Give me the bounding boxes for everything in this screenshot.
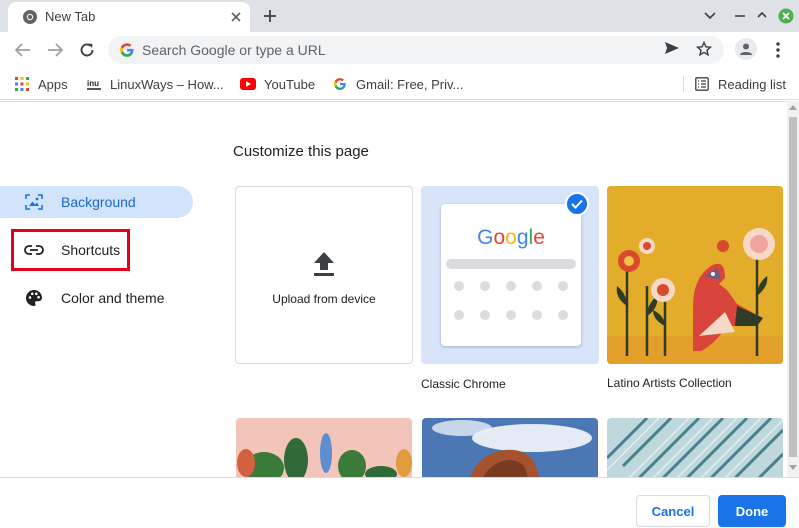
classic-chrome-caption: Classic Chrome xyxy=(421,377,506,391)
youtube-icon xyxy=(240,76,256,92)
bookmark-youtube[interactable]: YouTube xyxy=(240,74,315,94)
palette-icon xyxy=(24,289,44,307)
scroll-down-arrow[interactable] xyxy=(789,465,797,470)
upload-from-device-tile[interactable]: Upload from device xyxy=(235,186,413,364)
preview-shortcut-dot xyxy=(532,281,542,291)
svg-text:inu: inu xyxy=(87,79,99,88)
latino-artists-caption: Latino Artists Collection xyxy=(607,376,732,390)
background-tile-architecture[interactable] xyxy=(607,418,783,478)
back-arrow-icon[interactable] xyxy=(12,40,34,60)
tab-new-tab[interactable]: New Tab xyxy=(8,2,250,32)
minimize-button[interactable] xyxy=(730,6,750,26)
window-close-button[interactable] xyxy=(776,6,796,26)
new-tab-button[interactable] xyxy=(260,6,280,26)
reading-list-button[interactable]: Reading list xyxy=(694,74,786,94)
latino-artists-collection-tile[interactable] xyxy=(607,186,783,364)
cancel-button[interactable]: Cancel xyxy=(636,495,710,527)
sidebar-item-label: Background xyxy=(61,194,136,210)
preview-shortcut-dot xyxy=(506,281,516,291)
background-tile-leaves[interactable] xyxy=(236,418,412,478)
highlight-annotation-box xyxy=(11,229,130,271)
close-icon[interactable] xyxy=(227,8,245,26)
maximize-button[interactable] xyxy=(752,6,772,26)
landscape-photo-image xyxy=(422,418,598,478)
reading-list-icon xyxy=(694,76,710,92)
chevron-down-icon[interactable] xyxy=(700,6,720,26)
preview-shortcut-dot xyxy=(480,310,490,320)
done-button[interactable]: Done xyxy=(718,495,786,527)
bookmark-gmail[interactable]: Gmail: Free, Priv... xyxy=(332,74,463,94)
upload-icon xyxy=(313,251,335,277)
scroll-up-arrow[interactable] xyxy=(789,105,797,110)
search-input[interactable] xyxy=(142,39,642,61)
upload-label: Upload from device xyxy=(272,292,376,306)
classic-chrome-preview: Google xyxy=(441,204,581,346)
apps-grid-icon xyxy=(14,76,30,92)
preview-shortcut-dot xyxy=(454,310,464,320)
sidebar-item-color-and-theme[interactable]: Color and theme xyxy=(0,282,193,314)
reload-icon[interactable] xyxy=(76,40,98,60)
classic-chrome-tile[interactable]: Google xyxy=(421,186,599,364)
image-icon xyxy=(24,193,44,211)
sidebar-item-label: Color and theme xyxy=(61,290,165,306)
google-icon xyxy=(332,76,348,92)
bookmark-linuxways[interactable]: inu LinuxWays – How... xyxy=(86,74,224,94)
scrollbar[interactable] xyxy=(787,101,799,477)
profile-avatar-icon[interactable] xyxy=(735,38,757,60)
google-icon xyxy=(119,42,135,58)
leaves-artwork-image xyxy=(236,418,412,478)
sidebar-item-background[interactable]: Background xyxy=(0,186,193,218)
architecture-photo-image xyxy=(607,418,783,478)
star-icon[interactable] xyxy=(695,40,716,59)
forward-arrow-icon[interactable] xyxy=(44,40,66,60)
background-tile-landscape[interactable] xyxy=(422,418,598,478)
scroll-thumb[interactable] xyxy=(789,117,797,457)
preview-shortcut-dot xyxy=(532,310,542,320)
omnibox[interactable] xyxy=(108,36,724,64)
send-icon[interactable] xyxy=(664,41,684,59)
bookmark-separator xyxy=(683,76,684,92)
google-logo: Google xyxy=(477,226,545,249)
preview-shortcut-dot xyxy=(454,281,464,291)
bookmark-label: Apps xyxy=(38,76,68,92)
dialog-title: Customize this page xyxy=(233,143,369,160)
checkmark-icon xyxy=(565,192,589,216)
preview-shortcut-dot xyxy=(506,310,516,320)
preview-shortcut-dot xyxy=(558,281,568,291)
bookmark-label: Gmail: Free, Priv... xyxy=(356,76,464,92)
tab-title: New Tab xyxy=(45,9,96,24)
reading-list-label: Reading list xyxy=(718,76,786,92)
preview-search-bar xyxy=(446,259,576,269)
toolbar xyxy=(0,32,799,68)
preview-shortcut-dot xyxy=(480,281,490,291)
bookmark-apps[interactable]: Apps xyxy=(14,74,68,94)
bookmarks-bar: Apps inu LinuxWays – How... YouTube Gmai… xyxy=(0,68,799,100)
kebab-menu-icon[interactable] xyxy=(770,40,786,60)
preview-shortcut-dot xyxy=(558,310,568,320)
linuxways-icon: inu xyxy=(86,76,102,92)
chrome-icon xyxy=(22,9,38,25)
latino-artwork-image xyxy=(607,186,783,364)
tab-strip: New Tab xyxy=(0,0,799,32)
bookmark-label: LinuxWays – How... xyxy=(110,76,224,92)
bookmark-label: YouTube xyxy=(264,76,316,92)
